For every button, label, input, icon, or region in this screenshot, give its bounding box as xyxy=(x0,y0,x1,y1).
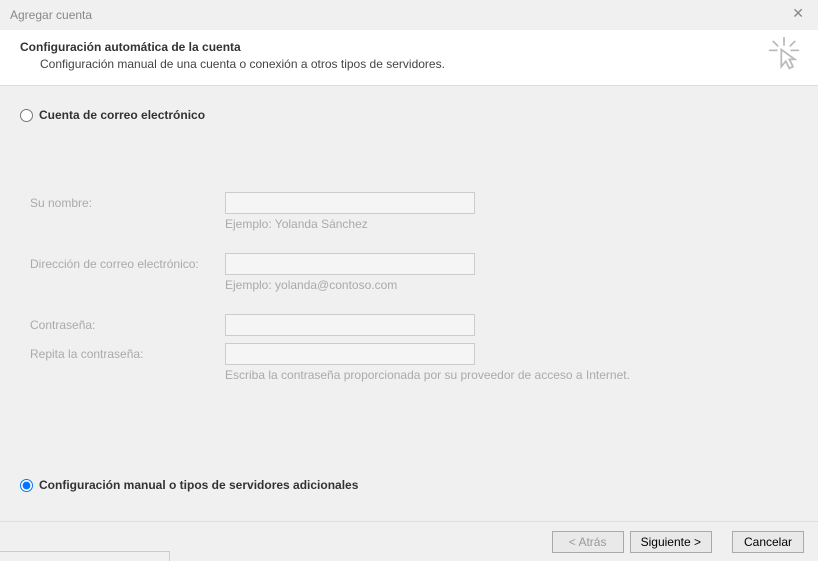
password2-input xyxy=(225,343,475,365)
wizard-title: Configuración automática de la cuenta xyxy=(20,40,798,54)
password-label: Contraseña: xyxy=(30,314,225,332)
email-input xyxy=(225,253,475,275)
password-input xyxy=(225,314,475,336)
wizard-content: Cuenta de correo electrónico Su nombre: … xyxy=(0,86,818,402)
account-form: Su nombre: Ejemplo: Yolanda Sánchez Dire… xyxy=(30,192,798,388)
wizard-header: Configuración automática de la cuenta Co… xyxy=(0,30,818,86)
email-label: Dirección de correo electrónico: xyxy=(30,253,225,271)
cancel-button[interactable]: Cancelar xyxy=(732,531,804,553)
back-button: < Atrás xyxy=(552,531,624,553)
wizard-footer: < Atrás Siguiente > Cancelar xyxy=(0,521,818,561)
name-hint: Ejemplo: Yolanda Sánchez xyxy=(225,217,475,231)
radio-email-account[interactable] xyxy=(20,109,33,122)
name-input xyxy=(225,192,475,214)
cursor-click-icon xyxy=(766,36,802,75)
next-button[interactable]: Siguiente > xyxy=(630,531,712,553)
password2-label: Repita la contraseña: xyxy=(30,343,225,361)
radio-manual[interactable] xyxy=(20,479,33,492)
radio-email-account-label: Cuenta de correo electrónico xyxy=(39,108,205,122)
wizard-subtitle: Configuración manual de una cuenta o con… xyxy=(40,57,798,71)
close-icon[interactable]: ✕ xyxy=(786,4,810,22)
titlebar: Agregar cuenta ✕ xyxy=(0,0,818,30)
window-title: Agregar cuenta xyxy=(10,8,92,22)
email-hint: Ejemplo: yolanda@contoso.com xyxy=(225,278,475,292)
radio-option-email-account[interactable]: Cuenta de correo electrónico xyxy=(20,108,798,122)
name-label: Su nombre: xyxy=(30,192,225,210)
radio-manual-label: Configuración manual o tipos de servidor… xyxy=(39,478,358,492)
radio-option-manual[interactable]: Configuración manual o tipos de servidor… xyxy=(20,478,358,492)
password-hint: Escriba la contraseña proporcionada por … xyxy=(225,368,630,382)
footer-divider xyxy=(0,551,170,561)
